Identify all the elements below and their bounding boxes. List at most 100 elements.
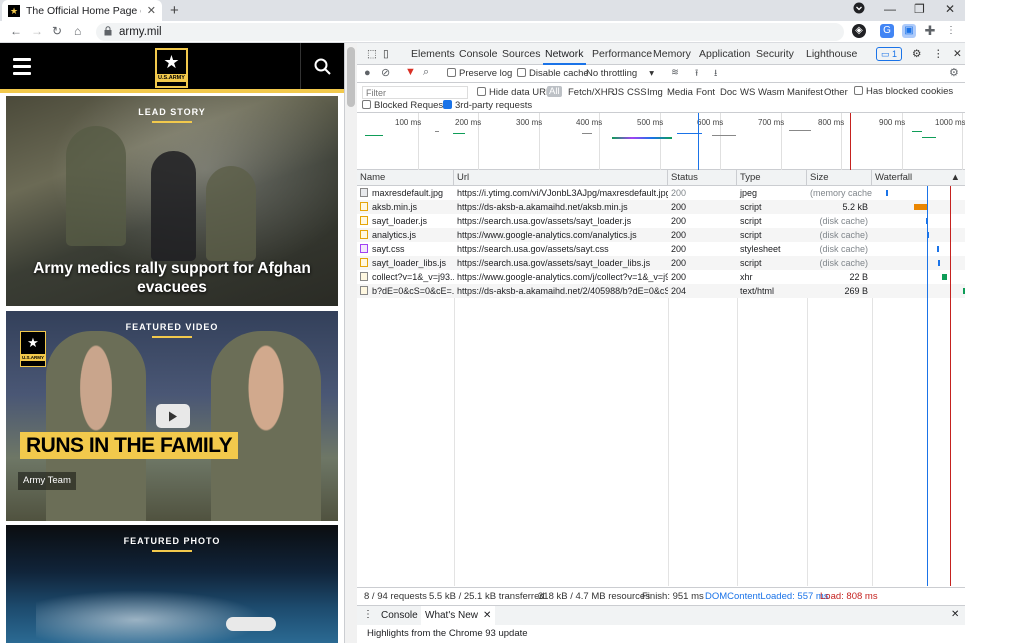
menu-icon[interactable]: ⋮ [944, 24, 958, 38]
type-filter-img[interactable]: Img [647, 87, 663, 98]
third-party-checkbox[interactable]: 3rd-party requests [443, 100, 532, 111]
site-search-icon[interactable] [300, 43, 344, 89]
request-row[interactable]: collect?v=1&_v=j93... https://www.google-… [357, 270, 966, 284]
preserve-log-checkbox[interactable]: Preserve log [447, 68, 512, 79]
css-file-icon [360, 244, 368, 253]
drawer-tab-whats-new[interactable]: What's New ✕ [421, 606, 496, 626]
lead-story-headline[interactable]: Army medics rally support for Afghan eva… [6, 259, 338, 297]
doc-file-icon [360, 272, 368, 281]
type-filter-ws[interactable]: WS [740, 87, 755, 98]
type-filter-doc[interactable]: Doc [720, 87, 737, 98]
type-filter-other[interactable]: Other [824, 87, 848, 98]
home-icon[interactable]: ⌂ [74, 24, 81, 38]
address-bar[interactable]: army.mil [96, 23, 844, 41]
scrollbar-thumb[interactable] [347, 47, 355, 107]
filter-icon[interactable]: ▼ [405, 66, 416, 78]
tab-sources[interactable]: Sources [500, 43, 543, 65]
column-waterfall[interactable]: Waterfall ▲ [872, 170, 966, 186]
search-icon[interactable]: ⌕ [423, 66, 429, 79]
restore-icon[interactable]: ❐ [914, 2, 925, 16]
close-window-icon[interactable]: ✕ [945, 2, 955, 16]
lead-story-card[interactable]: LEAD STORY Army medics rally support for… [6, 96, 338, 306]
tick-label: 900 ms [879, 118, 906, 127]
back-icon[interactable]: ← [10, 24, 22, 38]
column-size[interactable]: Size [807, 170, 872, 186]
request-row[interactable]: maxresdefault.jpg https://i.ytimg.com/vi/… [357, 186, 966, 200]
drawer-menu-icon[interactable]: ⋮ [363, 609, 373, 620]
request-row[interactable]: sayt_loader_libs.js https://search.usa.go… [357, 256, 966, 270]
reload-icon[interactable]: ↻ [52, 24, 62, 38]
clear-icon[interactable]: ⊘ [381, 66, 390, 79]
request-row[interactable]: analytics.js https://www.google-analytics… [357, 228, 966, 242]
empty-margin [965, 0, 1024, 643]
throttling-select[interactable]: No throttling ▾ [586, 68, 654, 79]
minimize-icon[interactable]: — [884, 2, 896, 16]
network-settings-gear-icon[interactable]: ⚙ [949, 66, 959, 79]
browser-tab[interactable]: ★ The Official Home Page of the Un ✕ [2, 0, 162, 21]
forward-icon[interactable]: → [31, 24, 43, 38]
device-toggle-icon[interactable]: ▯ [381, 43, 391, 65]
type-filter-all[interactable]: All [547, 86, 562, 97]
type-filter-wasm[interactable]: Wasm [758, 87, 785, 98]
tab-console[interactable]: Console [457, 43, 500, 65]
featured-photo-card[interactable]: FEATURED PHOTO [6, 525, 338, 643]
page-scrollbar[interactable] [345, 43, 357, 643]
throttling-value: No throttling [586, 68, 638, 79]
type-filter-font[interactable]: Font [696, 87, 715, 98]
network-conditions-icon[interactable]: ≋ [671, 67, 679, 78]
featured-video-card[interactable]: ★ U.S.ARMY FEATURED VIDEO RUNS IN THE FAM… [6, 311, 338, 521]
hamburger-menu-icon[interactable] [13, 58, 31, 79]
type-filter-fetch[interactable]: Fetch/XHR [568, 87, 614, 98]
hide-data-urls-checkbox[interactable]: Hide data URLs [477, 87, 556, 98]
tab-lighthouse[interactable]: Lighthouse [804, 43, 859, 65]
close-drawer-icon[interactable]: ✕ [951, 609, 959, 620]
network-overview-timeline[interactable]: 100 ms 200 ms 300 ms 400 ms 500 ms 600 m… [357, 113, 966, 170]
more-options-icon[interactable]: ⋮ [931, 43, 946, 65]
cell-text: 269 B [844, 286, 868, 296]
settings-gear-icon[interactable]: ⚙ [910, 43, 923, 65]
record-icon[interactable]: ● [364, 67, 371, 79]
import-har-icon[interactable]: ⭱ [695, 66, 698, 82]
blocked-requests-checkbox[interactable]: Blocked Requests [362, 100, 451, 111]
translate-icon[interactable]: G [880, 24, 894, 38]
play-button-icon[interactable] [156, 404, 190, 428]
type-filter-css[interactable]: CSS [627, 87, 647, 98]
cell-text: 22 B [849, 272, 868, 282]
close-icon[interactable]: ✕ [483, 610, 491, 621]
close-tab-icon[interactable]: ✕ [147, 4, 156, 17]
type-filter-js[interactable]: JS [613, 87, 624, 98]
disable-cache-checkbox[interactable]: Disable cache [517, 68, 589, 79]
request-row[interactable]: sayt.css https://search.usa.gov/assets/sa… [357, 242, 966, 256]
request-row[interactable]: b?dE=0&cS=0&cE=... https://ds-aksb-a.akam… [357, 284, 966, 298]
drawer-tab-console[interactable]: Console [381, 610, 418, 621]
export-har-icon[interactable]: ⭳ [714, 66, 717, 82]
extensions-puzzle-icon[interactable]: ✚ [923, 24, 937, 38]
request-row[interactable]: sayt_loader.js https://search.usa.gov/ass… [357, 214, 966, 228]
tab-application[interactable]: Application [697, 43, 752, 65]
close-devtools-icon[interactable]: ✕ [951, 43, 964, 65]
tab-elements[interactable]: Elements [409, 43, 457, 65]
extension-icon[interactable]: ▣ [902, 24, 916, 38]
type-filter-manifest[interactable]: Manifest [787, 87, 823, 98]
column-status[interactable]: Status [668, 170, 737, 186]
column-url[interactable]: Url [454, 170, 668, 186]
tick-label: 1000 ms [935, 118, 966, 127]
column-name[interactable]: Name [357, 170, 454, 186]
inspect-element-icon[interactable]: ⬚ [365, 43, 379, 65]
filter-input[interactable] [362, 86, 468, 99]
tab-performance[interactable]: Performance [590, 43, 654, 65]
column-type[interactable]: Type [737, 170, 807, 186]
request-row[interactable]: aksb.min.js https://ds-aksb-a.akamaihd.ne… [357, 200, 966, 214]
issues-badge[interactable]: ▭ 1 [876, 47, 903, 61]
brave-shield-icon[interactable]: ◈ [852, 24, 866, 38]
type-filter-media[interactable]: Media [667, 87, 693, 98]
tab-security[interactable]: Security [754, 43, 796, 65]
new-tab-button[interactable]: + [170, 2, 179, 19]
tab-network[interactable]: Network [543, 43, 586, 65]
tab-memory[interactable]: Memory [651, 43, 693, 65]
blocked-cookies-checkbox[interactable]: Has blocked cookies [854, 86, 953, 97]
profile-menu-icon[interactable] [853, 2, 865, 17]
army-logo[interactable]: ★ U.S.ARMY [155, 48, 188, 88]
blocked-cookies-label: Has blocked cookies [866, 86, 954, 97]
url-text: army.mil [119, 26, 162, 38]
